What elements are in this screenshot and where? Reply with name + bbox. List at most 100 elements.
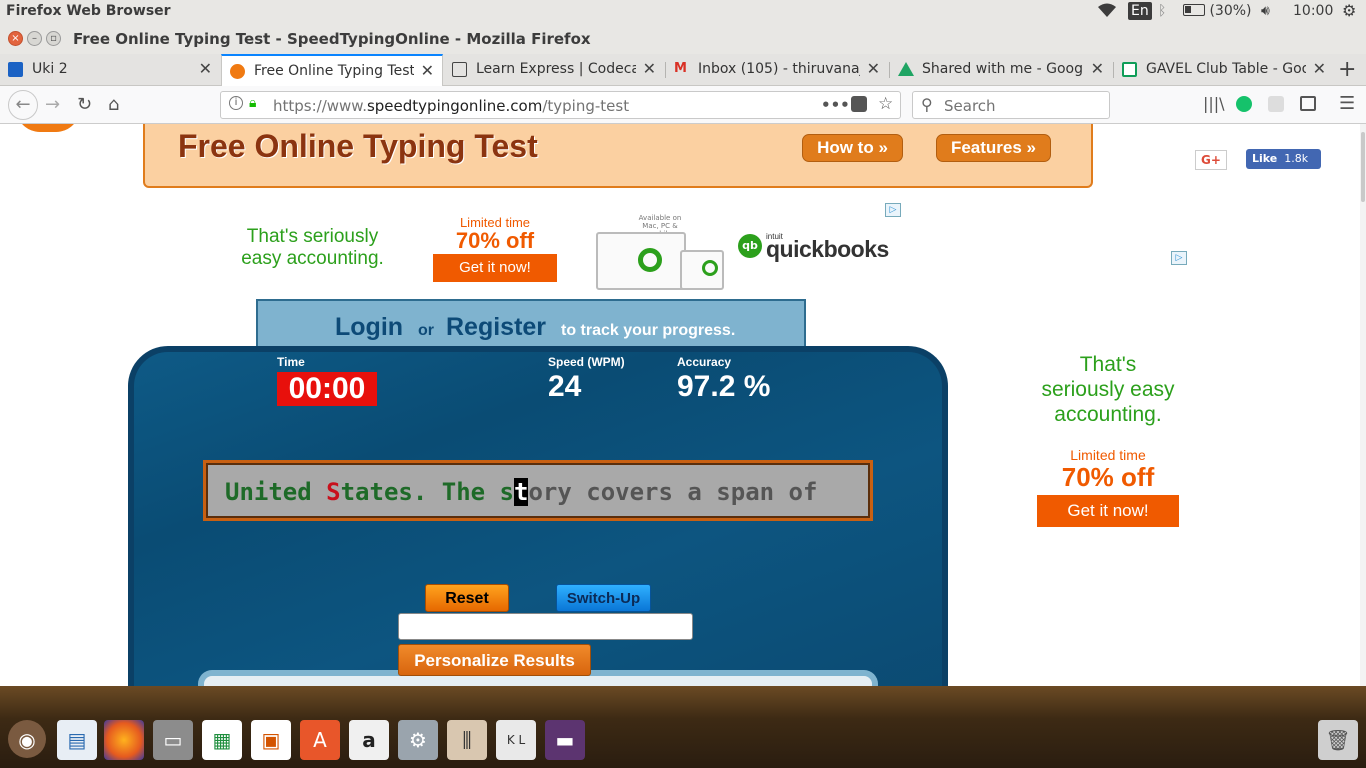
tab-codecademy[interactable]: Learn Express | Codecademy ✕ [444,54,664,86]
tab-uki[interactable]: Uki 2 ✕ [0,54,220,86]
tab-google-sheets[interactable]: GAVEL Club Table - Google Sheets ✕ [1114,54,1334,86]
site-logo[interactable] [16,124,80,132]
switch-up-button[interactable]: Switch-Up [556,584,651,612]
typed-text: United [225,478,327,506]
speed-value: 24 [548,370,582,403]
battery-icon [1183,4,1205,16]
window-title: Free Online Typing Test - SpeedTypingOnl… [73,30,591,48]
window-close-button[interactable]: × [8,31,23,46]
page-scrollbar-thumb[interactable] [1361,132,1365,202]
drive-icon [898,62,914,76]
wifi-icon[interactable] [1097,3,1117,23]
tab-typing-test[interactable]: Free Online Typing Test ✕ [221,54,443,86]
register-link[interactable]: Register [446,313,546,342]
back-button[interactable]: ← [8,90,38,120]
ad-right-offer: 70% off [1061,462,1155,492]
document-viewer-icon[interactable]: ▤ [57,720,97,760]
sidebar-toggle-icon[interactable] [1300,96,1316,111]
ad-brand: quickbooks [766,236,889,262]
volume-icon[interactable]: 🔊︎ [1261,3,1270,19]
ad-cta-button[interactable]: Get it now! [433,254,557,282]
menu-icon[interactable]: ☰ [1339,93,1355,114]
window-minimize-button[interactable]: – [27,31,42,46]
amazon-icon[interactable]: a [349,720,389,760]
search-icon: ⚲ [921,95,933,114]
typing-text-display[interactable]: United States. The story covers a span o… [203,460,873,521]
search-bar[interactable]: ⚲ Search [912,91,1110,119]
firefox-icon[interactable] [104,720,144,760]
settings-gear-icon[interactable]: ⚙ [1342,1,1356,20]
tab-bar: Uki 2 ✕ Free Online Typing Test ✕ Learn … [0,54,1366,86]
tab-close-icon[interactable]: ✕ [643,59,656,78]
tab-close-icon[interactable]: ✕ [421,61,434,80]
ubuntu-launcher: ◉ ▤ ▭ ▦ ▣ A a ⚙ ⫼ K L ▬ 🗑︎ [0,686,1366,768]
ad-right-cta-button[interactable]: Get it now! [1037,495,1179,527]
tab-close-icon[interactable]: ✕ [199,59,212,78]
tab-gmail[interactable]: M Inbox (105) - thiruvanaja ✕ [666,54,888,86]
tab-close-icon[interactable]: ✕ [867,59,880,78]
timer-display: 00:00 [277,372,377,406]
files-icon[interactable]: ▭ [153,720,193,760]
reset-button[interactable]: Reset [425,584,509,612]
clock[interactable]: 10:00 [1293,3,1333,19]
tab-google-drive[interactable]: Shared with me - Google Drive ✕ [890,54,1112,86]
ad-right-line-3: accounting. [1054,403,1162,426]
login-tagline: to track your progress. [561,322,736,339]
url-bar[interactable]: i 🔒︎ https://www.speedtypingonline.com/t… [220,91,901,119]
impress-icon[interactable]: ▣ [251,720,291,760]
remaining-text: ory covers a span of [528,478,818,506]
features-button[interactable]: Features » [936,134,1051,162]
google-plus-button[interactable]: G+ [1195,150,1227,170]
typed-text: tates. The s [340,478,514,506]
ubuntu-dash-icon[interactable]: ◉ [8,720,46,758]
pocket-icon[interactable] [851,96,867,112]
url-text[interactable]: https://www.speedtypingonline.com/typing… [273,97,629,115]
page-actions-icon[interactable]: ••• [821,96,850,114]
keyboard-indicator[interactable]: En [1128,2,1152,20]
active-app-name: Firefox Web Browser [6,3,171,19]
keyboard-layout-icon[interactable]: K L [496,720,536,760]
software-center-icon[interactable]: A [300,720,340,760]
facebook-like-button[interactable]: Like 1.8k [1246,149,1321,169]
page-scrollbar[interactable] [1360,124,1366,686]
battery-indicator[interactable]: (30%) [1183,3,1252,19]
mixer-icon[interactable]: ⫼ [447,720,487,760]
trash-icon[interactable]: 🗑︎ [1318,720,1358,760]
search-placeholder: Search [944,97,996,115]
sheets-icon [1122,62,1137,77]
grammarly-icon[interactable] [1236,96,1252,112]
library-icon[interactable]: |||\ [1203,94,1225,113]
tab-label: GAVEL Club Table - Google Sheets [1146,61,1306,77]
navigation-bar: ← → ↻ ⌂ i 🔒︎ https://www.speedtypingonli… [0,86,1366,124]
right-advertisement[interactable]: That's seriously easy accounting. Limite… [1030,352,1186,552]
personalize-results-button[interactable]: Personalize Results [398,644,591,676]
workspace-icon[interactable]: ▬ [545,720,585,760]
reload-button[interactable]: ↻ [77,94,92,115]
typing-input[interactable] [398,613,693,640]
how-to-button[interactable]: How to » [802,134,903,162]
ad-devices-image [680,250,724,290]
top-advertisement[interactable]: That's seriously easy accounting. Limite… [220,202,910,302]
tab-close-icon[interactable]: ✕ [1313,59,1326,78]
adchoices-icon[interactable]: ▷ [885,203,901,217]
codecademy-icon [452,62,467,77]
home-button[interactable]: ⌂ [108,94,119,115]
gmail-icon: M [674,61,687,76]
calc-icon[interactable]: ▦ [202,720,242,760]
login-link[interactable]: Login [335,313,403,342]
error-char: S [326,478,341,506]
bluetooth-icon[interactable]: ᛒ [1158,3,1166,19]
site-title: Free Online Typing Test [178,128,538,164]
system-settings-icon[interactable]: ⚙ [398,720,438,760]
bookmark-star-icon[interactable]: ☆ [878,94,893,114]
tab-close-icon[interactable]: ✕ [1091,59,1104,78]
adchoices-icon-right[interactable]: ▷ [1171,251,1187,265]
window-titlebar: × – ▫ Free Online Typing Test - SpeedTyp… [0,24,1366,54]
ad-right-line-2: seriously easy [1041,378,1175,401]
new-tab-button[interactable]: + [1338,57,1356,82]
forward-button[interactable]: → [45,94,60,115]
window-maximize-button[interactable]: ▫ [46,31,61,46]
site-info-icon[interactable]: i [229,96,243,110]
login-bar: Login or Register to track your progress… [256,299,806,349]
extension-icon[interactable] [1268,96,1284,112]
